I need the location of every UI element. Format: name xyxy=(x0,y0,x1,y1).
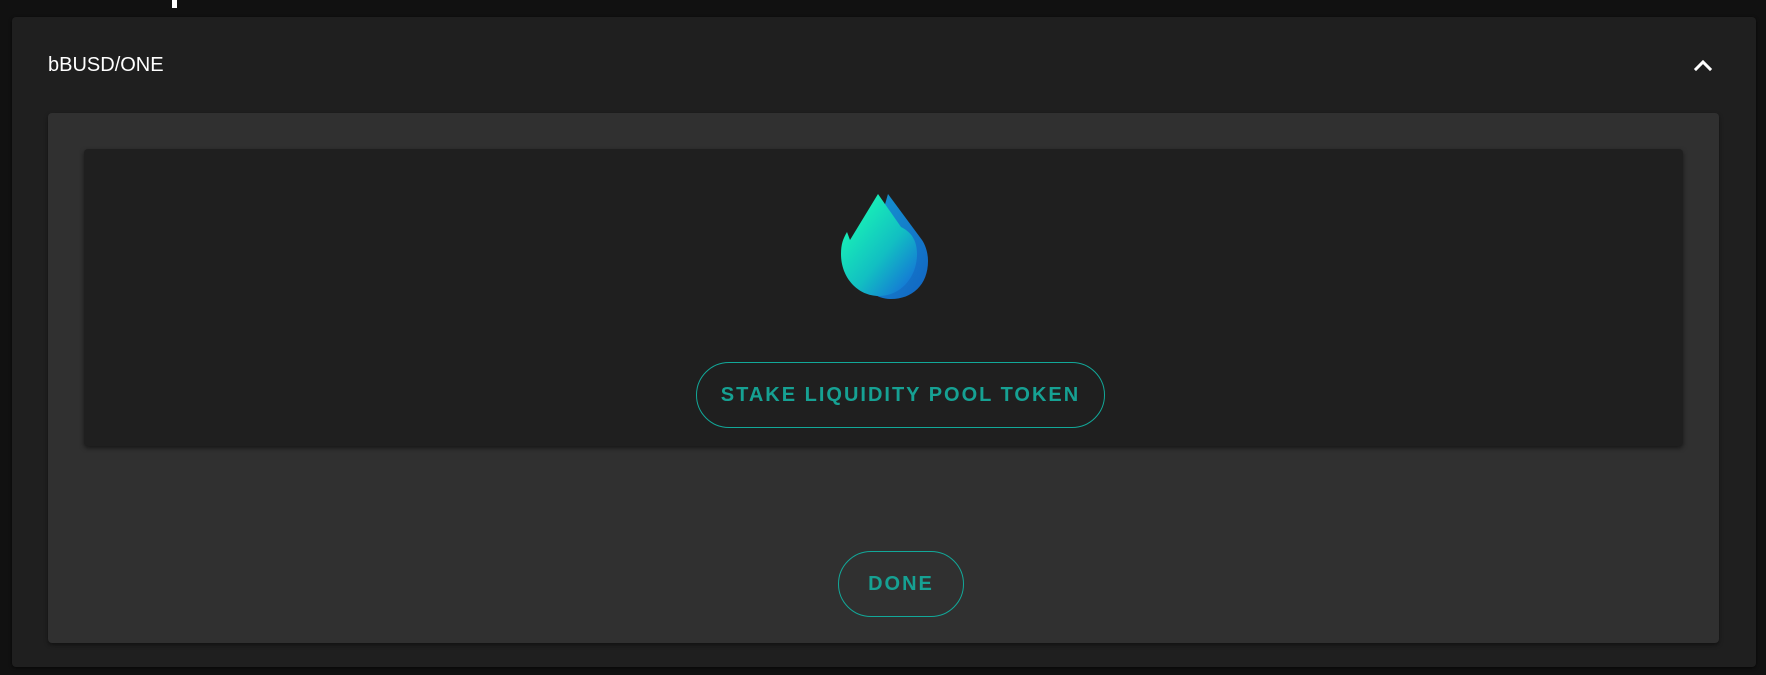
water-drop-icon xyxy=(833,184,933,304)
done-button[interactable]: DONE xyxy=(838,551,964,617)
partial-heading-fragment xyxy=(172,0,177,8)
accordion-header[interactable]: bBUSD/ONE xyxy=(12,17,1756,113)
stake-lp-token-button[interactable]: STAKE LIQUIDITY POOL TOKEN xyxy=(696,362,1105,428)
pool-title: bBUSD/ONE xyxy=(48,54,164,76)
pool-accordion: bBUSD/ONE STAKE LIQUIDITY POOL TOKEN DON… xyxy=(12,17,1756,667)
chevron-up-icon[interactable] xyxy=(1689,51,1717,79)
stake-step-panel: STAKE LIQUIDITY POOL TOKEN DONE xyxy=(48,113,1719,643)
stake-card: STAKE LIQUIDITY POOL TOKEN xyxy=(84,149,1683,446)
